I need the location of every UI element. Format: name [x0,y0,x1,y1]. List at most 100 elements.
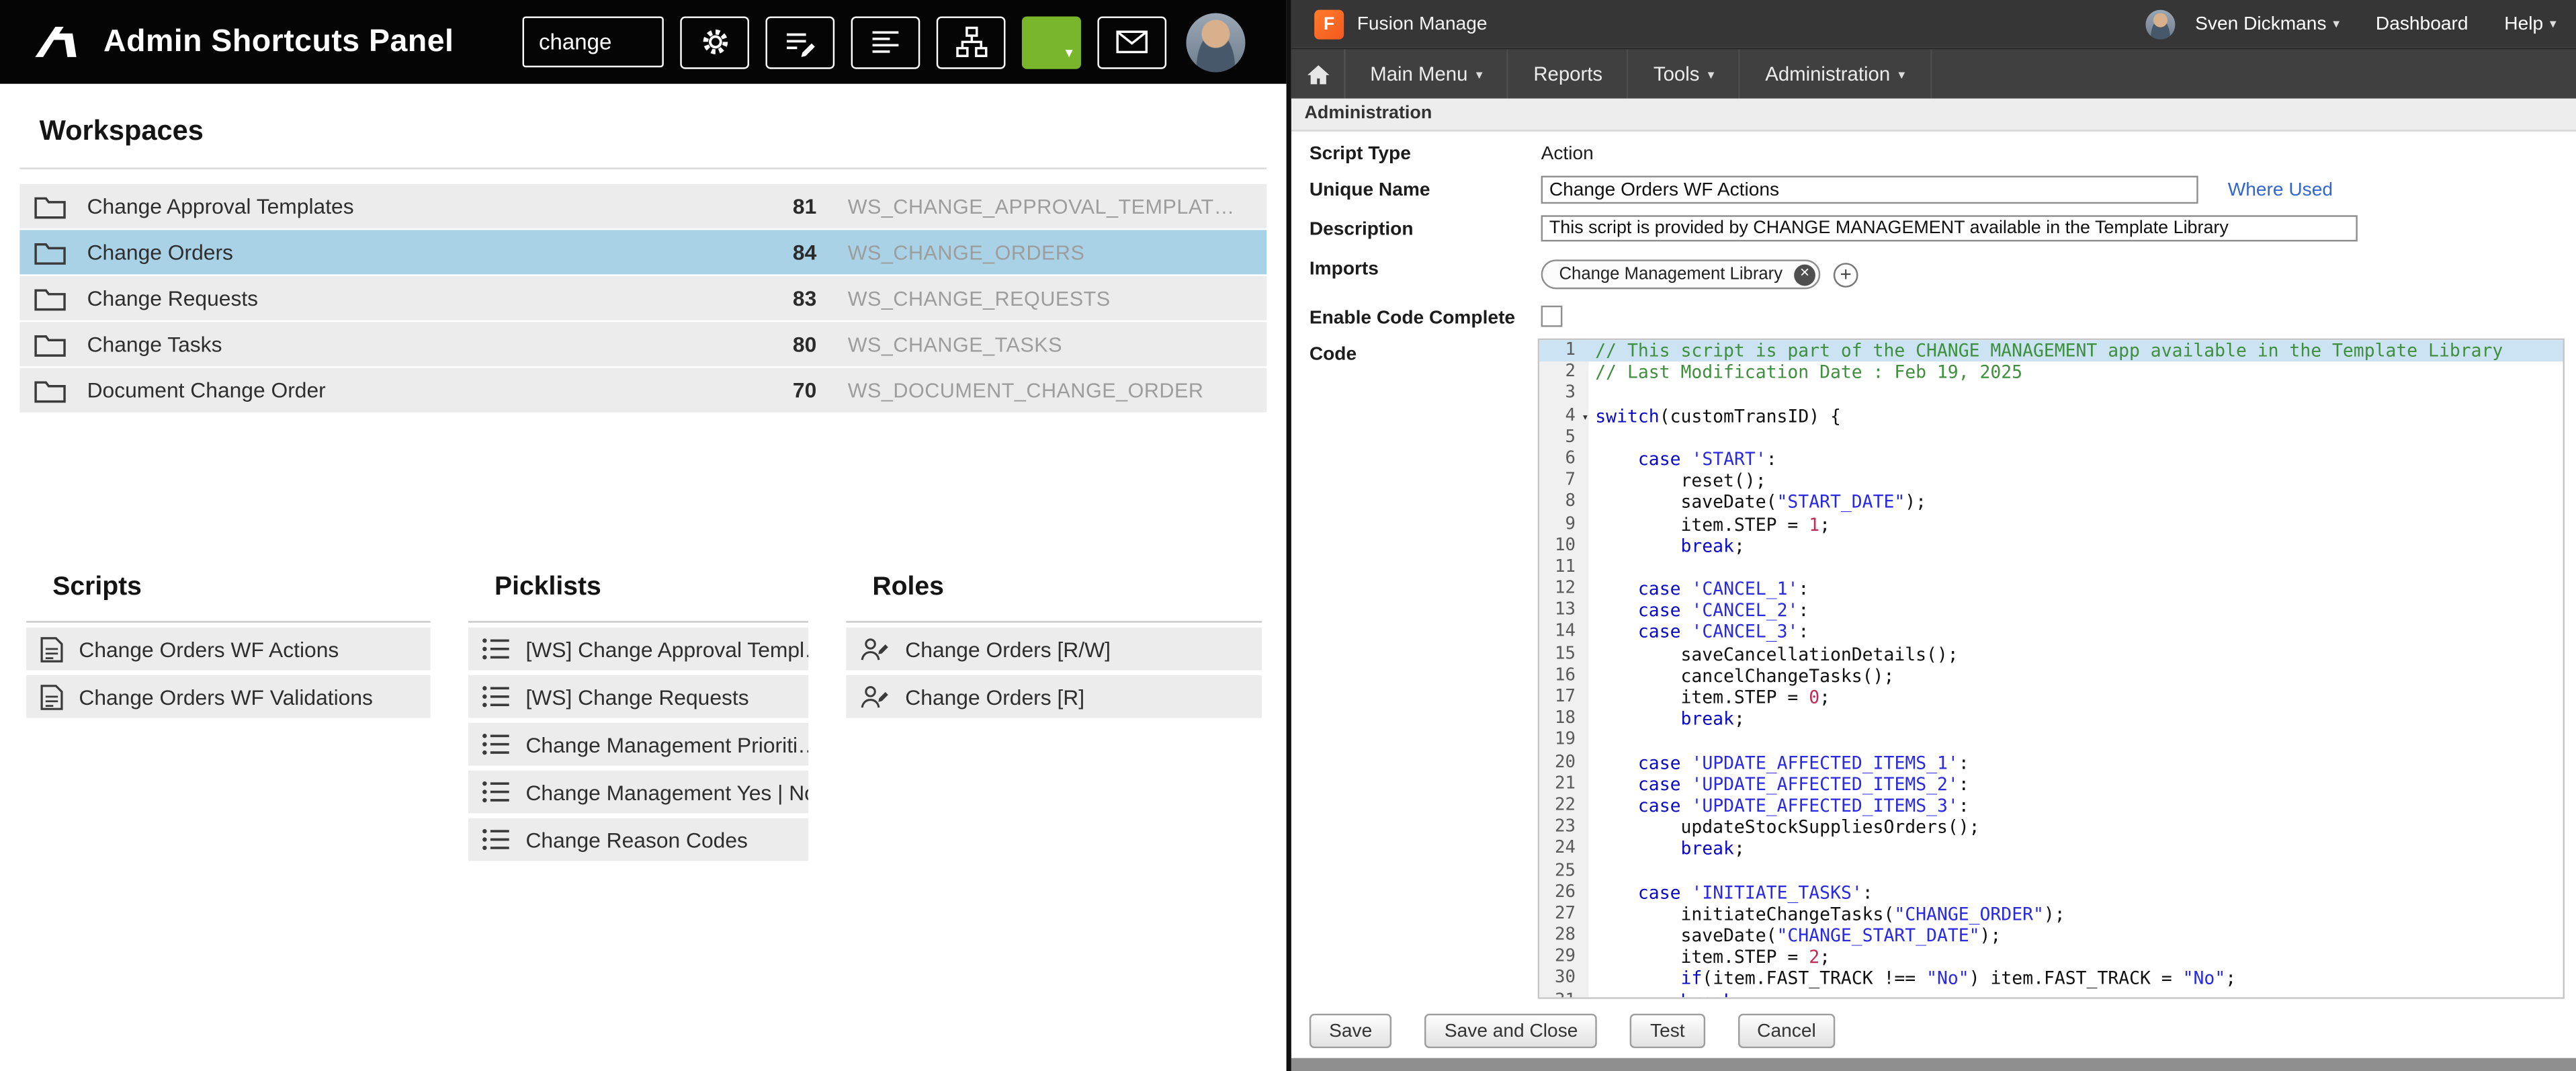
workspace-name: Document Change Order [87,378,326,402]
divider [846,621,1262,622]
item-label: Change Management Prioriti… [525,732,808,757]
list-item[interactable]: Change Orders [R/W] [846,628,1262,671]
workspace-row[interactable]: Document Change Order70WS_DOCUMENT_CHANG… [19,368,1266,413]
line-number: 20 [1539,752,1588,773]
workspace-code: WS_CHANGE_TASKS [848,333,1062,355]
create-button[interactable]: ▾ [1022,15,1081,68]
where-used-link[interactable]: Where Used [2228,181,2333,200]
workspace-code: WS_CHANGE_REQUESTS [848,287,1111,310]
workspace-row[interactable]: Change Approval Templates81WS_CHANGE_APP… [19,184,1266,228]
workspace-count: 83 [742,286,816,310]
list-item[interactable]: [WS] Change Requests [468,675,808,718]
user-avatar[interactable] [1186,12,1245,71]
chevron-down-icon: ▾ [1708,67,1715,81]
item-label: Change Orders [R] [905,684,1084,709]
settings-button[interactable] [680,15,749,68]
remove-import-button[interactable]: × [1794,265,1815,286]
list-item[interactable]: Change Orders WF Actions [26,628,431,671]
workspace-row[interactable]: Change Requests83WS_CHANGE_REQUESTS [19,276,1266,320]
list-item[interactable]: Change Management Prioriti… [468,723,808,766]
line-number: 8 [1539,492,1588,513]
picklist-icon [481,780,511,803]
save-and-close-button[interactable]: Save and Close [1425,1014,1598,1048]
user-avatar-small[interactable] [2146,9,2176,38]
workspaces-heading: Workspaces [40,115,204,148]
add-import-button[interactable]: + [1834,263,1858,288]
dashboard-link[interactable]: Dashboard [2376,14,2468,34]
item-label: Change Orders WF Actions [79,637,339,662]
workspace-name: Change Tasks [87,332,222,357]
edit-scripts-button[interactable] [765,15,834,68]
list-item[interactable]: Change Reason Codes [468,818,808,861]
description-input[interactable] [1541,215,2358,241]
workspace-code: WS_DOCUMENT_CHANGE_ORDER [848,379,1204,402]
list-lines-icon [869,30,902,54]
item-label: Change Orders WF Validations [79,684,373,709]
code-line: saveCancellationDetails(); [1589,644,2563,665]
line-number: 2 [1539,361,1588,383]
footer-strip [1291,1058,2576,1071]
code-line: case 'UPDATE_AFFECTED_ITEMS_1': [1589,752,2563,773]
item-label: [WS] Change Approval Templ… [525,637,808,662]
code-line [1589,384,2563,405]
line-number: 5 [1539,427,1588,448]
breadcrumb: Administration [1291,99,2576,132]
script-icon [40,635,65,663]
search-input[interactable] [523,16,664,67]
home-button[interactable] [1291,49,1346,98]
line-number: 30 [1539,968,1588,990]
script-icon [40,683,65,711]
list-item[interactable]: Change Management Yes | No [468,771,808,814]
editor-code[interactable]: // This script is part of the CHANGE MAN… [1589,340,2563,997]
code-line: item.STEP = 1; [1589,513,2563,535]
cancel-button[interactable]: Cancel [1737,1014,1836,1048]
autodesk-logo-icon [33,25,82,59]
line-number: 13 [1539,600,1588,622]
list-item[interactable]: Change Orders [R] [846,675,1262,718]
picklists-button[interactable] [851,15,920,68]
chevron-down-icon: ▾ [2333,16,2339,31]
workflow-button[interactable] [937,15,1006,68]
list-item[interactable]: Change Orders WF Validations [26,675,431,718]
workspace-count: 80 [742,332,816,357]
line-number: 3 [1539,384,1588,405]
panel-divider [1287,0,1291,1071]
workspace-name: Change Approval Templates [87,194,354,219]
code-editor[interactable]: 1234▾56789101112131415161718192021222324… [1538,339,2565,999]
mail-button[interactable] [1097,15,1166,68]
script-type-value: Action [1541,144,1594,164]
enable-code-complete-checkbox[interactable] [1541,306,1563,327]
workspace-row[interactable]: Change Orders84WS_CHANGE_ORDERS [19,230,1266,274]
folder-icon [33,192,67,220]
import-chip[interactable]: Change Management Library × [1541,259,1821,289]
code-line: item.STEP = 0; [1589,687,2563,708]
workspace-list: Change Approval Templates81WS_CHANGE_APP… [19,184,1266,414]
chevron-down-icon: ▾ [1898,67,1905,81]
line-number: 27 [1539,904,1588,925]
fusion-topbar: F Fusion Manage Sven Dickmans ▾ Dashboar… [1291,0,2576,48]
nav-reports[interactable]: Reports [1509,49,1629,98]
code-line: updateStockSuppliesOrders(); [1589,817,2563,839]
line-number: 23 [1539,817,1588,839]
nav-administration[interactable]: Administration ▾ [1741,49,1932,98]
code-line: initiateChangeTasks("CHANGE_ORDER"); [1589,904,2563,925]
line-number: 29 [1539,947,1588,968]
workspace-row[interactable]: Change Tasks 80 WS_CHANGE_TASKS [19,322,1266,366]
fold-toggle-icon[interactable]: ▾ [1582,406,1588,428]
description-label: Description [1310,220,1414,240]
line-number: 10 [1539,535,1588,556]
list-item[interactable]: [WS] Change Approval Templ… [468,628,808,671]
role-icon [859,683,890,710]
nav-main-menu[interactable]: Main Menu ▾ [1346,49,1509,98]
user-menu[interactable]: Sven Dickmans ▾ [2195,14,2339,34]
item-label: Change Orders [R/W] [905,637,1111,662]
code-line: case 'INITIATE_TASKS': [1589,882,2563,903]
code-label: Code [1310,345,1357,364]
test-button[interactable]: Test [1631,1014,1705,1048]
role-icon [859,636,890,662]
help-menu[interactable]: Help ▾ [2504,14,2556,34]
chevron-down-icon: ▾ [2550,16,2557,31]
unique-name-input[interactable] [1541,176,2198,204]
nav-tools[interactable]: Tools ▾ [1629,49,1740,98]
save-button[interactable]: Save [1310,1014,1392,1048]
